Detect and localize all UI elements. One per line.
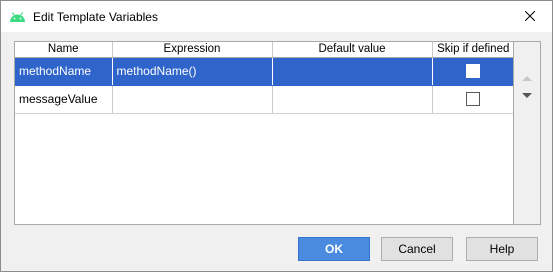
ok-button[interactable]: OK — [298, 237, 370, 261]
variables-table[interactable]: Name Expression Default value Skip if de… — [14, 41, 514, 225]
column-header-skip-if-defined[interactable]: Skip if defined — [432, 42, 513, 58]
help-button[interactable]: Help — [466, 237, 538, 261]
edit-template-variables-dialog: Edit Template Variables Name Expression … — [0, 0, 553, 272]
row-move-panel — [514, 41, 541, 225]
move-up-icon[interactable] — [520, 72, 534, 82]
cell-name[interactable]: messageValue — [15, 85, 113, 114]
cell-name[interactable]: methodName — [15, 57, 113, 86]
close-icon — [524, 10, 536, 24]
cell-default-value[interactable] — [272, 57, 433, 86]
table-row[interactable]: messageValue — [15, 85, 513, 114]
title-bar: Edit Template Variables — [1, 1, 552, 32]
move-down-icon[interactable] — [520, 90, 534, 100]
table-row[interactable]: methodName methodName() — [15, 57, 513, 86]
cell-default-value[interactable] — [272, 85, 433, 114]
cell-expression[interactable] — [112, 85, 273, 114]
column-header-default-value[interactable]: Default value — [272, 42, 433, 58]
skip-if-defined-checkbox[interactable] — [466, 92, 481, 107]
close-button[interactable] — [508, 1, 552, 32]
column-header-expression[interactable]: Expression — [112, 42, 273, 58]
skip-if-defined-checkbox[interactable] — [466, 64, 481, 79]
android-icon — [9, 9, 26, 23]
dialog-title: Edit Template Variables — [33, 10, 158, 24]
column-header-name[interactable]: Name — [15, 42, 113, 58]
cell-expression[interactable]: methodName() — [112, 57, 273, 86]
cell-skip-if-defined[interactable] — [432, 57, 513, 86]
cancel-button[interactable]: Cancel — [381, 237, 453, 261]
cell-skip-if-defined[interactable] — [432, 85, 513, 114]
table-header-row: Name Expression Default value Skip if de… — [15, 42, 513, 58]
